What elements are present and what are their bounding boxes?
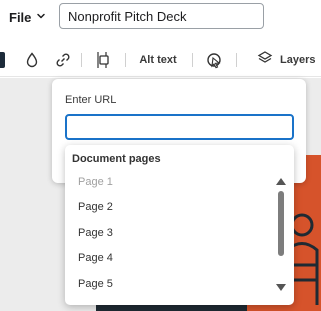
toolbar-divider bbox=[192, 53, 193, 67]
page-option-2[interactable]: Page 2 bbox=[65, 195, 275, 221]
alt-text-label: Alt text bbox=[139, 54, 177, 66]
text-color-swatch[interactable] bbox=[0, 52, 5, 68]
link-icon[interactable] bbox=[52, 50, 74, 70]
file-menu-button[interactable]: File bbox=[9, 8, 46, 26]
file-menu-label: File bbox=[9, 9, 32, 25]
toolbar-divider bbox=[125, 53, 126, 67]
dropdown-header: Document pages bbox=[72, 153, 161, 165]
layers-label: Layers bbox=[280, 54, 316, 66]
editor-window: File Alt text bbox=[0, 0, 321, 311]
dropdown-scrollbar[interactable] bbox=[275, 175, 287, 297]
document-pages-dropdown: Document pages Page 1 Page 2 Page 3 Page… bbox=[65, 145, 294, 305]
url-label: Enter URL bbox=[65, 94, 117, 106]
toolbar-divider bbox=[81, 53, 82, 67]
url-input[interactable] bbox=[65, 114, 294, 140]
page-option-5[interactable]: Page 5 bbox=[65, 271, 275, 297]
scroll-down-icon[interactable] bbox=[276, 284, 286, 291]
top-bar: File bbox=[0, 0, 321, 36]
layers-icon bbox=[257, 50, 273, 71]
scroll-up-icon[interactable] bbox=[276, 178, 286, 185]
layers-button[interactable]: Layers bbox=[257, 50, 321, 70]
scrollbar-thumb[interactable] bbox=[278, 191, 284, 256]
page-option-4[interactable]: Page 4 bbox=[65, 246, 275, 272]
page-list: Page 1 Page 2 Page 3 Page 4 Page 5 bbox=[65, 169, 275, 297]
alt-text-button[interactable]: Alt text bbox=[134, 50, 182, 70]
toolbar-divider bbox=[236, 53, 237, 67]
animate-icon[interactable] bbox=[203, 50, 225, 70]
page-option-1: Page 1 bbox=[78, 175, 113, 188]
page-option-3[interactable]: Page 3 bbox=[65, 220, 275, 246]
position-icon[interactable] bbox=[91, 50, 113, 70]
toolbar: Alt text Layers bbox=[0, 43, 321, 77]
color-fill-icon[interactable] bbox=[22, 50, 42, 70]
chevron-down-icon bbox=[36, 8, 46, 26]
document-title-input[interactable] bbox=[59, 3, 264, 29]
